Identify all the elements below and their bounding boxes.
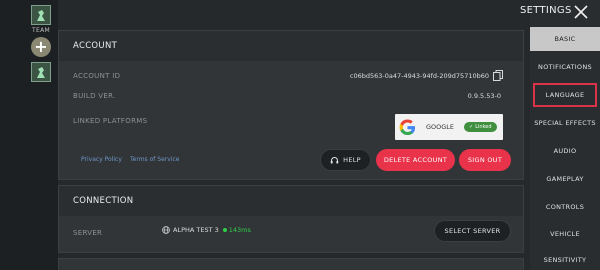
team-label: TEAM	[32, 27, 50, 34]
headset-icon	[330, 156, 339, 163]
privacy-policy-link[interactable]: Privacy Policy	[81, 156, 122, 163]
ping-status-dot	[222, 228, 227, 232]
copy-icon[interactable]	[493, 70, 503, 81]
add-team-member-button[interactable]: +	[31, 37, 51, 57]
nav-item-sensitivity[interactable]: SENSITIVITY	[530, 248, 600, 270]
linked-platforms-label: LINKED PLATFORMS	[73, 117, 148, 125]
help-button[interactable]: HELP	[320, 149, 371, 171]
delete-account-button[interactable]: DELETE ACCOUNT	[376, 149, 455, 171]
settings-title: SETTINGS	[520, 5, 572, 16]
character-icon	[37, 67, 45, 78]
close-icon[interactable]	[574, 5, 588, 19]
nav-item-vehicle[interactable]: VEHICLE	[530, 222, 600, 246]
next-section-panel	[58, 258, 524, 270]
team-member-avatar[interactable]	[31, 62, 51, 82]
nav-item-basic[interactable]: BASIC	[530, 27, 600, 51]
account-panel: ACCOUNT ACCOUNT ID c06bd563-0a47-4943-94…	[58, 30, 524, 180]
connection-panel: CONNECTION SERVER ALPHA TEST 3 143ms SEL…	[58, 185, 524, 253]
globe-icon	[162, 226, 170, 234]
nav-item-gameplay[interactable]: GAMEPLAY	[530, 167, 600, 191]
settings-content: ACCOUNT ACCOUNT ID c06bd563-0a47-4943-94…	[58, 30, 528, 270]
google-linked-card[interactable]: GOOGLE ✓ Linked	[395, 114, 503, 140]
select-server-button[interactable]: SELECT SERVER	[434, 220, 511, 242]
server-info: ALPHA TEST 3 143ms	[162, 226, 251, 234]
server-label: SERVER	[73, 229, 103, 237]
build-version-label: BUILD VER.	[73, 92, 116, 100]
account-id-label: ACCOUNT ID	[73, 72, 121, 80]
check-icon: ✓	[469, 124, 474, 130]
player-avatar[interactable]	[31, 5, 51, 25]
linked-status-text: Linked	[475, 124, 492, 130]
build-version-value: 0.9.5.53-0	[467, 92, 501, 100]
nav-item-controls[interactable]: CONTROLS	[530, 195, 600, 219]
help-label: HELP	[343, 156, 361, 164]
account-title: ACCOUNT	[59, 31, 523, 61]
linked-platform-name: GOOGLE	[426, 123, 455, 131]
google-icon	[399, 118, 416, 135]
nav-item-language[interactable]: LANGUAGE	[533, 83, 597, 107]
sign-out-button[interactable]: SIGN OUT	[459, 149, 511, 171]
connection-title: CONNECTION	[59, 186, 523, 216]
nav-item-audio[interactable]: AUDIO	[530, 139, 600, 163]
nav-item-notifications[interactable]: NOTIFICATIONS	[530, 55, 600, 79]
terms-of-service-link[interactable]: Terms of Service	[130, 156, 179, 163]
account-id-value: c06bd563-0a47-4943-94fd-209d75710b60	[349, 72, 489, 80]
linked-status-badge: ✓ Linked	[464, 122, 497, 132]
server-name: ALPHA TEST 3	[173, 226, 219, 234]
nav-item-special-effects[interactable]: SPECIAL EFFECTS	[530, 111, 600, 135]
ping-value: 143ms	[228, 226, 251, 234]
character-icon	[37, 10, 45, 21]
